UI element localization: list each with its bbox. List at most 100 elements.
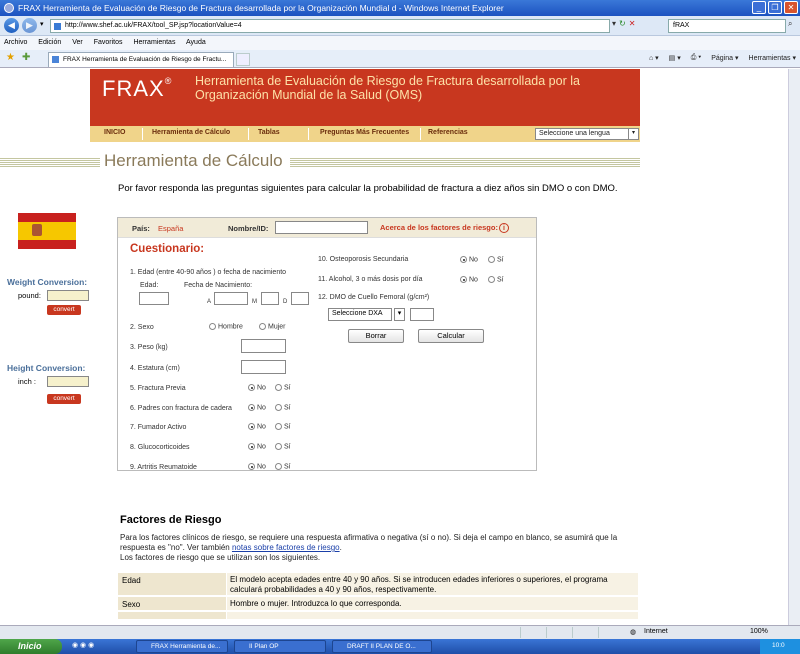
q9-si-radio[interactable]: Sí [275,463,291,470]
refresh-icon[interactable]: ↻ [619,19,626,28]
weight-convert-button[interactable]: convert [47,305,81,315]
about-risk-factors-link[interactable]: Acerca de los factores de riesgo: i [380,223,509,234]
url-input[interactable]: http://www.shef.ac.uk/FRAX/tool_SP.jsp?l… [50,19,610,33]
site-nav: INICIO Herramienta de Cálculo Tablas Pre… [90,126,640,142]
history-dropdown-icon[interactable]: ▾ [40,20,44,28]
minimize-button[interactable]: _ [752,1,766,14]
year-label: A [207,299,212,305]
q5-label: 5. Fractura Previa [130,385,186,392]
quicklaunch-icons[interactable]: ◉ ◉ ◉ [72,641,94,649]
system-clock: 10:0 [760,639,800,654]
q3-label: 3. Peso (kg) [130,344,168,351]
menu-archivo[interactable]: Archivo [4,39,27,46]
form-top-row: País: España Nombre/ID: Acerca de los fa… [118,218,536,238]
q6-si-radio[interactable]: Sí [275,404,291,411]
favorites-star-icon[interactable]: ★ [6,52,15,63]
tools-menu[interactable]: Herramientas ▾ [749,54,796,62]
zoom-level[interactable]: 100% [750,628,768,635]
maximize-button[interactable]: ❐ [768,1,782,14]
task-draft[interactable]: DRAFT II PLAN DE O... [332,640,432,653]
q7-no-radio[interactable]: No [248,423,266,430]
stop-icon[interactable]: ✕ [629,19,636,28]
start-button[interactable]: Inicio [0,639,62,654]
month-input[interactable] [261,292,279,305]
q10-si-radio[interactable]: Sí [488,256,504,263]
q9-no-radio[interactable]: No [248,463,266,470]
q6-label: 6. Padres con fractura de cadera [130,405,232,412]
url-dropdown-icon[interactable]: ▾ [612,19,616,28]
height-convert-button[interactable]: convert [47,394,81,404]
task-plan-op[interactable]: II Plan OP [234,640,326,653]
chevron-down-icon: ▾ [628,129,638,139]
search-icon[interactable]: ⌕ [788,19,800,33]
name-label: Nombre/ID: [228,224,269,233]
print-icon[interactable]: ⎙ ▾ [691,54,702,62]
inch-input[interactable] [47,376,89,387]
menu-favoritos[interactable]: Favoritos [94,39,123,46]
search-input[interactable]: fRAX [668,19,786,33]
nav-herramienta[interactable]: Herramienta de Cálculo [152,129,230,136]
menu-ayuda[interactable]: Ayuda [186,39,206,46]
q10-label: 10. Osteoporosis Secundaria [318,256,409,263]
q5-no-radio[interactable]: No [248,384,266,391]
year-input[interactable] [214,292,248,305]
language-select[interactable]: Seleccione una lengua ▾ [535,128,639,140]
name-input[interactable] [275,221,368,234]
zone-globe-icon: ◍ [630,629,637,636]
weight-input[interactable] [241,339,286,353]
birthdate-label: Fecha de Nacimiento: [184,282,253,289]
pound-input[interactable] [47,290,89,301]
day-label: D [283,299,288,305]
month-label: M [252,299,257,305]
calcular-button[interactable]: Calcular [418,329,484,343]
country-value: España [158,224,184,233]
risk-factors-notes-link[interactable]: notas sobre factores de riesgo [232,543,340,552]
close-button[interactable]: ✕ [784,1,798,14]
bmd-input[interactable] [410,308,434,321]
menu-edicion[interactable]: Edición [38,39,61,46]
info-icon[interactable]: i [498,223,509,234]
q11-si-radio[interactable]: Sí [488,276,504,283]
nav-preguntas[interactable]: Preguntas Más Frecuentes [320,129,409,136]
nav-tablas[interactable]: Tablas [258,129,280,136]
site-title: Herramienta de Evaluación de Riesgo de F… [195,74,580,102]
new-tab-button[interactable] [236,53,250,66]
vertical-scrollbar[interactable] [788,69,800,625]
window-title: FRAX Herramienta de Evaluación de Riesgo… [18,3,504,13]
sexo-mujer-radio[interactable]: Mujer [259,323,286,330]
ie-icon [4,3,14,13]
task-frax[interactable]: FRAX Herramienta de... [136,640,228,653]
site-header: FRAX® Herramienta de Evaluación de Riesg… [90,69,640,126]
borrar-button[interactable]: Borrar [348,329,404,343]
security-zone: Internet [644,628,668,635]
day-input[interactable] [291,292,309,305]
menu-ver[interactable]: Ver [72,39,83,46]
q6-no-radio[interactable]: No [248,404,266,411]
add-favorite-icon[interactable]: ✚ [22,52,30,63]
nav-referencias[interactable]: Referencias [428,129,468,136]
q7-si-radio[interactable]: Sí [275,423,291,430]
q10-no-radio[interactable]: No [460,256,478,263]
feeds-icon[interactable]: ▤ ▾ [669,54,681,62]
page-menu[interactable]: Página ▾ [711,54,738,62]
q8-si-radio[interactable]: Sí [275,443,291,450]
dxa-chevron-down-icon[interactable]: ▾ [394,308,405,321]
sexo-hombre-radio[interactable]: Hombre [209,323,243,330]
height-input[interactable] [241,360,286,374]
nav-inicio[interactable]: INICIO [104,129,125,136]
country-label: País: [132,224,150,233]
frax-logo: FRAX® [102,76,173,101]
risk-factors-intro: Para los factores clínicos de riesgo, se… [120,533,618,562]
forward-icon[interactable]: ▶ [22,18,37,33]
home-icon[interactable]: ⌂ ▾ [649,54,659,62]
section-header: Herramienta de Cálculo [0,150,640,174]
age-input[interactable] [139,292,169,305]
q11-no-radio[interactable]: No [460,276,478,283]
back-icon[interactable]: ◀ [4,18,19,33]
q5-si-radio[interactable]: Sí [275,384,291,391]
q8-no-radio[interactable]: No [248,443,266,450]
tab-frax[interactable]: FRAX Herramienta de Evaluación de Riesgo… [48,52,234,67]
dxa-select[interactable]: Seleccione DXA [328,308,392,321]
menu-herramientas[interactable]: Herramientas [133,39,175,46]
spain-flag-icon[interactable] [18,213,76,249]
